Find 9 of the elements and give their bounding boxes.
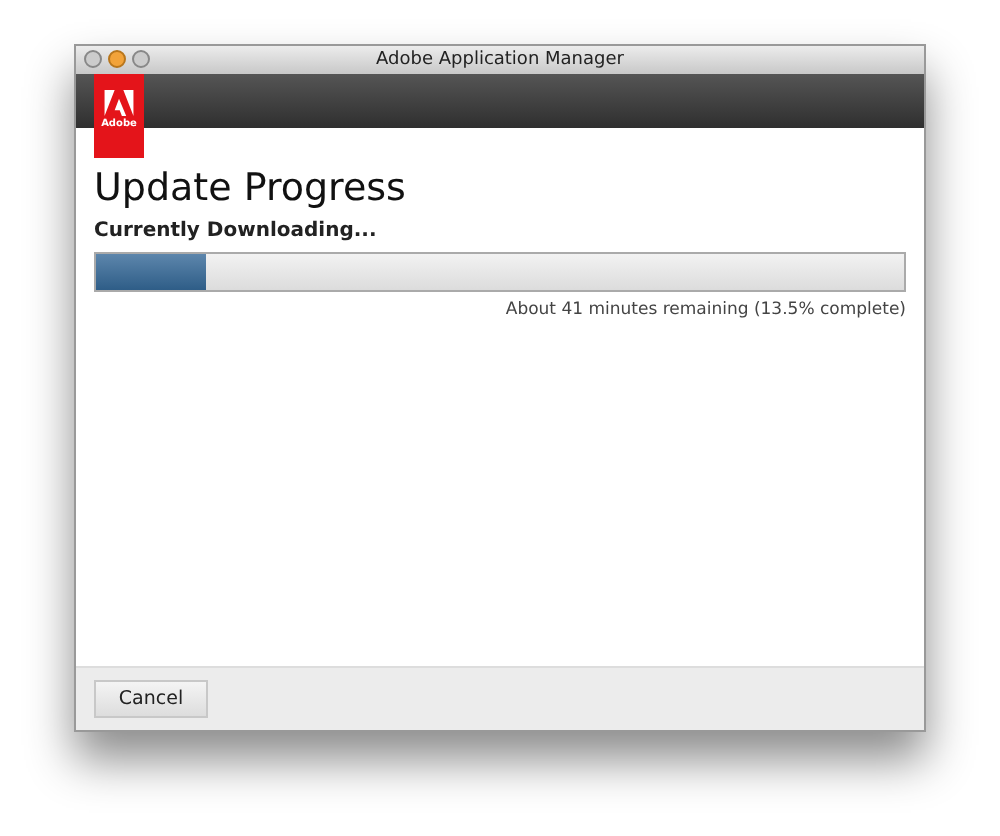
status-label: Currently Downloading... (94, 220, 379, 242)
page-heading: Update Progress (94, 164, 408, 212)
window-title: Adobe Application Manager (376, 50, 624, 70)
zoom-button[interactable] (132, 50, 150, 68)
logo-icon (104, 90, 134, 116)
cancel-button[interactable]: Cancel (94, 680, 208, 718)
close-button[interactable] (84, 50, 102, 68)
time-remaining: About 41 minutes remaining (13.5% complete) (503, 300, 906, 320)
minimize-button[interactable] (108, 50, 126, 68)
